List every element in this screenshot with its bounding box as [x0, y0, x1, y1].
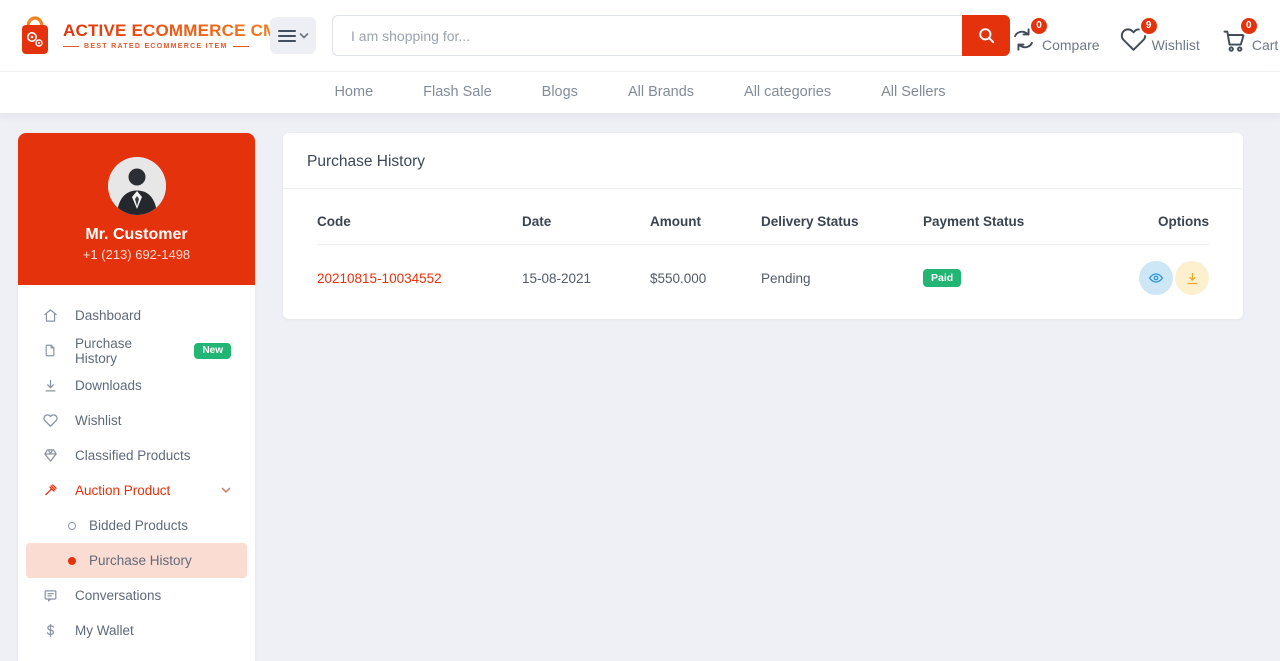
- new-badge: New: [194, 342, 231, 359]
- order-date: 15-08-2021: [522, 270, 592, 286]
- eye-icon: [1148, 270, 1164, 286]
- cart-count-badge: 0: [1238, 16, 1259, 36]
- header-actions: 0 Compare 9 Wishlist 0 Cart: [1010, 16, 1279, 53]
- sidebar-item-label: Conversations: [75, 588, 162, 603]
- nav-link-all-brands[interactable]: All Brands: [603, 72, 719, 113]
- table-row: 20210815-10034552 15-08-2021 $550.000 Pe…: [317, 245, 1209, 311]
- sidebar-item-label: Purchase History: [75, 335, 133, 366]
- profile-card: Mr. Customer +1 (213) 692-1498: [18, 133, 255, 285]
- nav-link-blogs[interactable]: Blogs: [517, 72, 603, 113]
- search-button[interactable]: [962, 15, 1010, 56]
- chat-icon: [42, 588, 58, 603]
- nav-link-all-sellers[interactable]: All Sellers: [856, 72, 970, 113]
- avatar: [107, 156, 166, 215]
- delivery-status: Pending: [761, 270, 811, 286]
- profile-phone: +1 (213) 692-1498: [82, 246, 191, 262]
- gem-icon: [42, 448, 58, 463]
- view-order-button[interactable]: [1139, 261, 1173, 295]
- sidebar-menu: Dashboard Purchase History New Downloads…: [18, 285, 255, 648]
- sidebar-item-classified-products[interactable]: Classified Products: [18, 438, 255, 473]
- page-content: Mr. Customer +1 (213) 692-1498 Dashboard: [0, 113, 1280, 661]
- main-panel: Purchase History Code Date Amount Delive…: [283, 133, 1243, 661]
- wishlist-button[interactable]: 9 Wishlist: [1120, 16, 1200, 53]
- sidebar-item-label: Classified Products: [75, 448, 191, 463]
- compare-label: Compare: [1042, 36, 1100, 53]
- sidebar-item-bidded-products[interactable]: Bidded Products: [18, 508, 255, 543]
- file-icon: [42, 343, 58, 358]
- sidebar-item-conversations[interactable]: Conversations: [18, 578, 255, 613]
- top-header: ACTIVE ECOMMERCE CMS BEST RATED ECOMMERC…: [0, 0, 1280, 72]
- page-title: Purchase History: [283, 133, 1243, 189]
- order-amount: $550.000: [650, 270, 707, 286]
- search-bar: [332, 15, 1010, 56]
- sidebar-item-label: Downloads: [75, 378, 142, 393]
- search-input[interactable]: [332, 15, 962, 56]
- column-header-delivery-status: Delivery Status: [761, 214, 859, 229]
- sidebar-item-my-wallet[interactable]: My Wallet: [18, 613, 255, 648]
- column-header-date: Date: [522, 214, 552, 229]
- compare-count-badge: 0: [1029, 16, 1049, 36]
- heart-icon: [42, 413, 58, 428]
- search-icon: [977, 26, 996, 45]
- main-navbar: Home Flash Sale Blogs All Brands All cat…: [0, 72, 1280, 113]
- column-header-payment-status: Payment Status: [923, 214, 1025, 229]
- column-header-options: Options: [1158, 214, 1209, 229]
- nav-link-flash-sale[interactable]: Flash Sale: [398, 72, 517, 113]
- sidebar-item-label: Auction Product: [75, 483, 171, 498]
- chevron-down-icon: [221, 487, 231, 494]
- wishlist-count-badge: 9: [1138, 16, 1159, 36]
- chevron-down-icon: [299, 32, 309, 40]
- home-icon: [42, 308, 58, 323]
- cart-button[interactable]: 0 Cart: [1220, 16, 1279, 53]
- logo-subtitle: BEST RATED ECOMMERCE ITEM: [63, 43, 289, 50]
- sidebar-item-label: Purchase History: [89, 553, 192, 568]
- sidebar-item-downloads[interactable]: Downloads: [18, 368, 255, 403]
- order-code-link[interactable]: 20210815-10034552: [317, 271, 442, 286]
- cart-label: Cart: [1251, 36, 1279, 53]
- customer-sidebar: Mr. Customer +1 (213) 692-1498 Dashboard: [18, 133, 255, 661]
- shopping-bag-logo-icon: [16, 15, 54, 57]
- dot-bullet-icon: [68, 556, 76, 565]
- purchase-history-card: Purchase History Code Date Amount Delive…: [283, 133, 1243, 319]
- column-header-amount: Amount: [650, 214, 701, 229]
- payment-status-badge: Paid: [923, 268, 962, 288]
- download-icon: [42, 378, 58, 393]
- logo-title: ACTIVE ECOMMERCE CMS: [63, 21, 289, 40]
- nav-link-home[interactable]: Home: [309, 72, 398, 113]
- circle-bullet-icon: [68, 521, 76, 530]
- download-icon: [1185, 271, 1200, 286]
- site-logo[interactable]: ACTIVE ECOMMERCE CMS BEST RATED ECOMMERC…: [16, 15, 289, 57]
- dollar-icon: [42, 623, 58, 638]
- column-header-code: Code: [317, 214, 351, 229]
- sidebar-item-purchase-history-auction[interactable]: Purchase History: [26, 543, 247, 578]
- wishlist-label: Wishlist: [1151, 36, 1200, 53]
- nav-link-all-categories[interactable]: All categories: [719, 72, 856, 113]
- profile-name: Mr. Customer: [85, 225, 188, 243]
- download-invoice-button[interactable]: [1175, 261, 1209, 295]
- sidebar-item-auction-product[interactable]: Auction Product: [18, 473, 255, 508]
- gavel-icon: [42, 483, 58, 498]
- hamburger-icon: [277, 29, 296, 43]
- sidebar-item-wishlist[interactable]: Wishlist: [18, 403, 255, 438]
- categories-menu-button[interactable]: [270, 17, 316, 54]
- sidebar-item-label: Wishlist: [75, 413, 122, 428]
- sidebar-item-label: Bidded Products: [89, 518, 189, 533]
- compare-button[interactable]: 0 Compare: [1010, 16, 1100, 53]
- purchase-history-table: Code Date Amount Delivery Status Payment…: [283, 189, 1243, 311]
- table-header-row: Code Date Amount Delivery Status Payment…: [317, 189, 1209, 245]
- sidebar-item-label: My Wallet: [75, 623, 134, 638]
- row-options: [1098, 261, 1209, 295]
- sidebar-item-dashboard[interactable]: Dashboard: [18, 298, 255, 333]
- sidebar-item-purchase-history[interactable]: Purchase History New: [18, 333, 255, 368]
- sidebar-item-label: Dashboard: [75, 308, 142, 323]
